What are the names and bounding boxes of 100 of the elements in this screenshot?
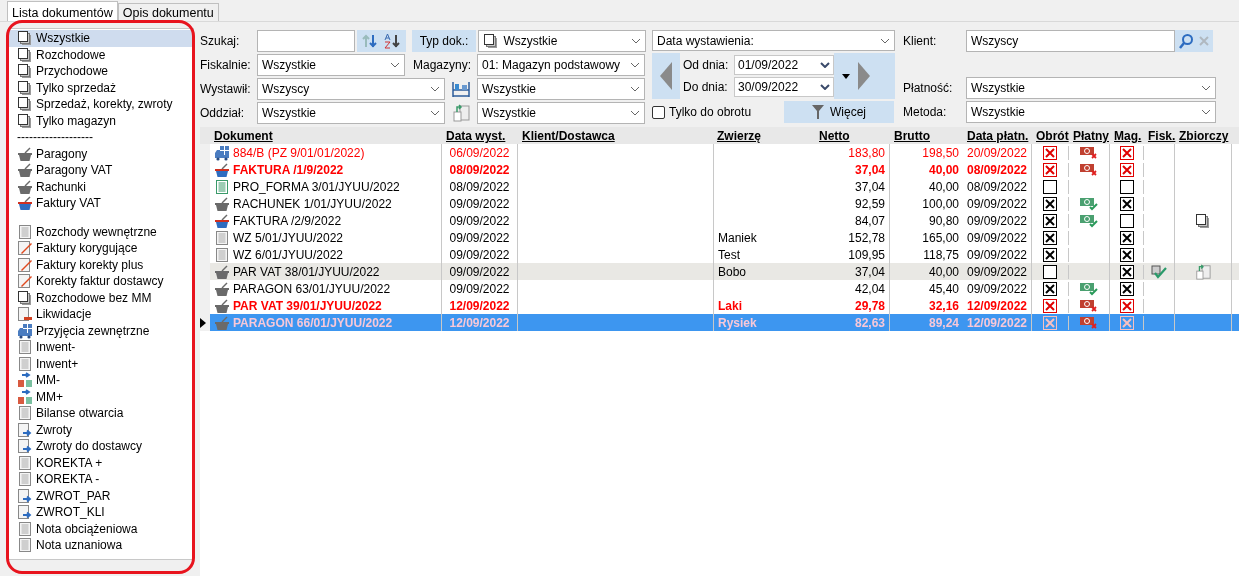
- column-header[interactable]: Obrót: [1032, 127, 1069, 144]
- list-item[interactable]: Rozchodowe: [9, 46, 193, 63]
- list-item[interactable]: Tylko magazyn: [9, 112, 193, 129]
- list-item[interactable]: Przyjęcia zewnętrzne: [9, 322, 193, 339]
- dropdown-arrow-icon[interactable]: [842, 73, 850, 79]
- column-header[interactable]: Data wyst.: [442, 127, 518, 144]
- truck-icon: [17, 322, 33, 339]
- chevron-down-icon: [1201, 85, 1211, 91]
- list-item[interactable]: Faktury korekty plus: [9, 256, 193, 273]
- crossed-checkbox[interactable]: [1043, 281, 1057, 296]
- dropdown[interactable]: Wszystkie: [478, 30, 646, 52]
- list-item[interactable]: Rachunki: [9, 178, 193, 195]
- list-item[interactable]: Zwroty: [9, 421, 193, 438]
- table-cell-text: 165,00: [921, 229, 960, 246]
- column-header[interactable]: Fisk.: [1144, 127, 1175, 144]
- list-item[interactable]: Faktury VAT: [9, 195, 193, 212]
- next-arrow-icon[interactable]: [858, 62, 870, 90]
- list-item[interactable]: Rozchodowe bez MM: [9, 289, 193, 306]
- list-item[interactable]: Inwent+: [9, 355, 193, 372]
- list-item[interactable]: Paragony: [9, 145, 193, 162]
- crossed-checkbox[interactable]: [1119, 247, 1134, 262]
- crossed-checkbox[interactable]: [1043, 145, 1057, 160]
- column-header[interactable]: Zwierzę: [713, 127, 815, 144]
- list-item[interactable]: Nota uznaniowa: [9, 537, 193, 554]
- column-header[interactable]: Zbiorczy: [1175, 127, 1232, 144]
- list-item[interactable]: -------------------: [9, 129, 193, 146]
- basket-icon: [214, 297, 230, 314]
- crossed-checkbox[interactable]: [1043, 298, 1057, 313]
- crossed-checkbox[interactable]: [1119, 264, 1134, 279]
- dropdown[interactable]: Wszystkie: [477, 78, 645, 100]
- crossed-checkbox[interactable]: [1043, 230, 1057, 245]
- basket-icon: [214, 212, 230, 229]
- list-item[interactable]: KOREKTA -: [9, 471, 193, 488]
- document-type-button[interactable]: Typ dok.:: [411, 30, 477, 52]
- list-item[interactable]: Sprzedaż, korekty, zwroty: [9, 96, 193, 113]
- list-item[interactable]: MM+: [9, 388, 193, 405]
- column-header[interactable]: Data płatn.: [963, 127, 1032, 144]
- dropdown[interactable]: Wszystkie: [477, 102, 645, 124]
- list-item[interactable]: Przychodowe: [9, 63, 193, 80]
- previous-arrow-icon[interactable]: [660, 62, 672, 90]
- list-item[interactable]: Bilanse otwarcia: [9, 405, 193, 422]
- list-item[interactable]: Faktury korygujące: [9, 240, 193, 257]
- column-header[interactable]: Mag.: [1110, 127, 1144, 144]
- checkbox[interactable]: [1119, 179, 1134, 194]
- list-item[interactable]: Inwent-: [9, 339, 193, 356]
- dropdown[interactable]: Data wystawienia:: [652, 30, 895, 51]
- dropdown[interactable]: Wszystkie: [257, 102, 445, 124]
- crossed-checkbox[interactable]: [1119, 230, 1134, 245]
- current-row-icon: [200, 317, 206, 328]
- crossed-checkbox[interactable]: [1043, 196, 1057, 211]
- list-item[interactable]: Rozchody wewnętrzne: [9, 223, 193, 240]
- list-item[interactable]: Tylko sprzedaż: [9, 79, 193, 96]
- list-item[interactable]: Korekty faktur dostawcy: [9, 273, 193, 290]
- list-item[interactable]: Wszystkie: [9, 30, 193, 47]
- chevron-down-icon: [630, 110, 640, 116]
- search-field[interactable]: [257, 30, 355, 52]
- list-item[interactable]: KOREKTA +: [9, 454, 193, 471]
- column-header[interactable]: Brutto: [890, 127, 963, 144]
- tab[interactable]: Lista dokumentów: [7, 1, 118, 21]
- checkbox[interactable]: [1119, 213, 1134, 228]
- column-header[interactable]: Dokument: [210, 127, 442, 144]
- crossed-checkbox[interactable]: [1119, 162, 1134, 177]
- sort-up-down-icon[interactable]: [360, 33, 379, 49]
- client-field[interactable]: Wszyscy: [966, 30, 1175, 52]
- list-item[interactable]: ZWROT_KLI: [9, 504, 193, 521]
- crossed-checkbox[interactable]: [1043, 162, 1057, 177]
- checkbox[interactable]: [652, 105, 665, 119]
- chevron-down-icon: [630, 86, 640, 92]
- crossed-checkbox[interactable]: [1119, 281, 1134, 296]
- crossed-checkbox[interactable]: [1119, 196, 1134, 211]
- list-item[interactable]: MM-: [9, 372, 193, 389]
- list-item[interactable]: Nota obciążeniowa: [9, 520, 193, 537]
- search-icon[interactable]: [1178, 33, 1194, 49]
- list-item[interactable]: Likwidacje: [9, 306, 193, 323]
- date-field[interactable]: 30/09/2022: [734, 77, 834, 97]
- column-header[interactable]: Płatny: [1069, 127, 1110, 144]
- column-header[interactable]: Klient/Dostawca: [518, 127, 713, 144]
- date-field[interactable]: 01/09/2022: [734, 55, 834, 75]
- dropdown[interactable]: Wszystkie: [966, 77, 1216, 99]
- crossed-checkbox[interactable]: [1119, 145, 1134, 160]
- list-item[interactable]: ZWROT_PAR: [9, 487, 193, 504]
- list-item[interactable]: Paragony VAT: [9, 162, 193, 179]
- crossed-checkbox[interactable]: [1043, 213, 1057, 228]
- crossed-checkbox[interactable]: [1119, 298, 1134, 313]
- row-header[interactable]: [200, 314, 210, 331]
- column-header[interactable]: Netto: [815, 127, 890, 144]
- more-filters-button[interactable]: Więcej: [784, 101, 894, 123]
- sort-az-icon[interactable]: [382, 33, 401, 49]
- table-row[interactable]: PAR VAT 38/01/JYUU/2022 09/09/2022 Bobo 37,04 40,00 09/09/2022: [200, 263, 1239, 280]
- dropdown[interactable]: 01: Magazyn podstawowy: [477, 54, 645, 76]
- crossed-checkbox[interactable]: [1043, 247, 1057, 262]
- documents-icon: [17, 112, 33, 129]
- dropdown[interactable]: Wszystkie: [257, 54, 405, 76]
- table-cell-text: 89,24: [927, 314, 960, 331]
- checkbox[interactable]: [1043, 264, 1057, 279]
- dropdown[interactable]: Wszyscy: [257, 78, 445, 100]
- checkbox[interactable]: [1043, 179, 1057, 194]
- list-item[interactable]: Zwroty do dostawcy: [9, 438, 193, 455]
- dropdown[interactable]: Wszystkie: [966, 101, 1216, 123]
- tab[interactable]: Opis dokumentu: [117, 3, 219, 21]
